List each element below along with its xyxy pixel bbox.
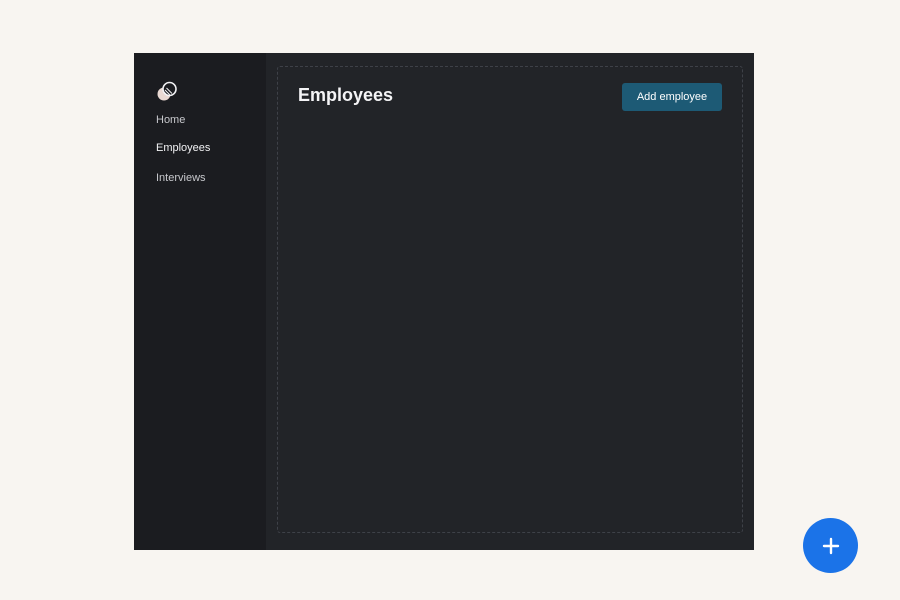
plus-icon <box>822 537 839 554</box>
sidebar-item-interviews[interactable]: Interviews <box>156 171 266 185</box>
logo-icon[interactable] <box>156 81 178 103</box>
content-frame: Employees Add employee <box>277 66 743 533</box>
sidebar-nav: Home Employees Interviews <box>134 113 266 185</box>
add-employee-button[interactable]: Add employee <box>622 83 722 111</box>
sidebar-item-home[interactable]: Home <box>156 113 266 127</box>
page-title: Employees <box>298 85 394 105</box>
floating-add-button[interactable] <box>803 518 858 573</box>
main-content: Employees Add employee <box>266 53 754 550</box>
sidebar: Home Employees Interviews <box>134 53 266 550</box>
app-window: Home Employees Interviews Employees Add … <box>134 53 754 550</box>
sidebar-item-employees[interactable]: Employees <box>156 141 266 155</box>
